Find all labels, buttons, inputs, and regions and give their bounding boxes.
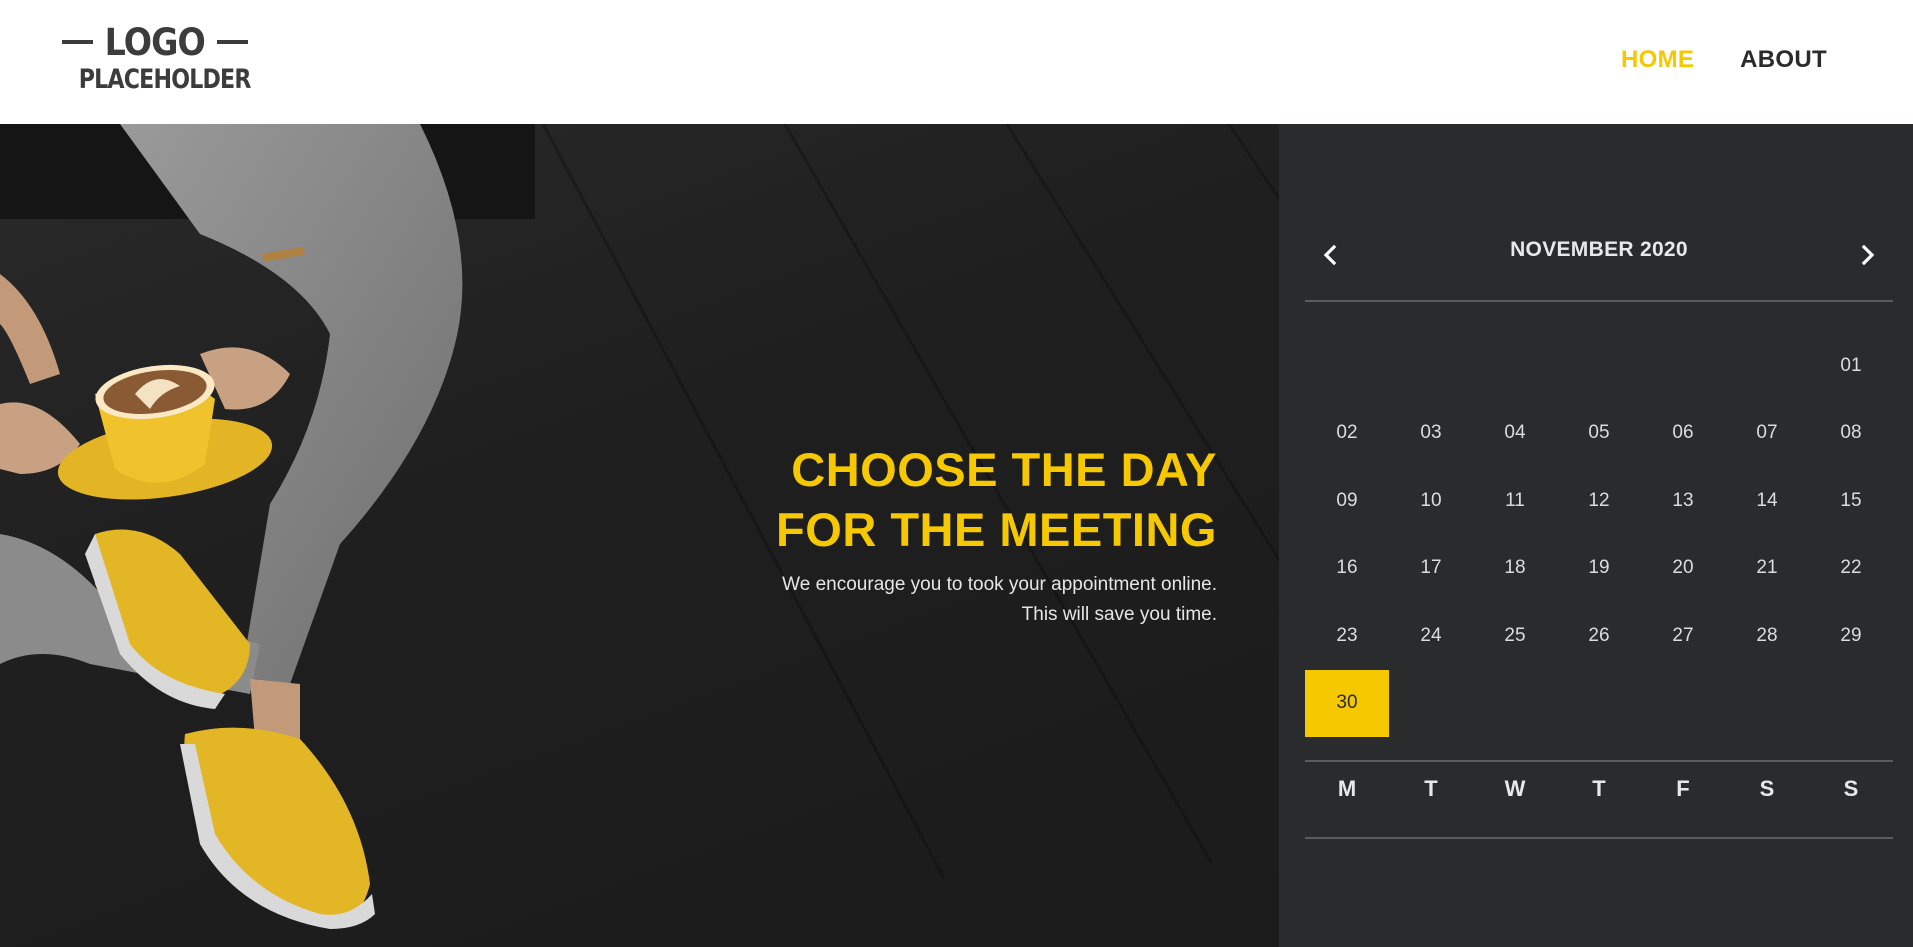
calendar-day[interactable]: 11 xyxy=(1473,467,1557,535)
calendar-day[interactable]: 18 xyxy=(1473,535,1557,603)
calendar-day-blank xyxy=(1473,332,1557,400)
calendar-header: NOVEMBER 2020 xyxy=(1305,230,1893,290)
hero-title: CHOOSE THE DAY FOR THE MEETING xyxy=(597,440,1217,560)
calendar-day[interactable]: 13 xyxy=(1641,467,1725,535)
calendar-day[interactable]: 05 xyxy=(1557,400,1641,468)
calendar-day[interactable]: 07 xyxy=(1725,400,1809,468)
calendar-divider-top xyxy=(1305,300,1893,302)
hero-text-block: CHOOSE THE DAY FOR THE MEETING We encour… xyxy=(597,440,1217,630)
calendar-day[interactable]: 25 xyxy=(1473,602,1557,670)
hero-title-line1: CHOOSE THE DAY xyxy=(791,443,1217,496)
site-header: LOGO PLACEHOLDER HOME ABOUT xyxy=(0,0,1913,124)
logo-subtext: PLACEHOLDER xyxy=(78,64,252,95)
calendar-day[interactable]: 17 xyxy=(1389,535,1473,603)
calendar-day[interactable]: 08 xyxy=(1809,400,1893,468)
calendar-day-blank xyxy=(1305,332,1389,400)
calendar-day[interactable]: 14 xyxy=(1725,467,1809,535)
nav-about-link[interactable]: ABOUT xyxy=(1740,46,1827,74)
calendar-day[interactable]: 20 xyxy=(1641,535,1725,603)
calendar-day[interactable]: 12 xyxy=(1557,467,1641,535)
calendar-day[interactable]: 27 xyxy=(1641,602,1725,670)
calendar-day[interactable]: 09 xyxy=(1305,467,1389,535)
calendar-month-label: NOVEMBER 2020 xyxy=(1510,238,1688,261)
logo-dash-right xyxy=(216,40,248,44)
logo-word: LOGO xyxy=(104,20,206,64)
calendar-day[interactable]: 10 xyxy=(1389,467,1473,535)
calendar-day[interactable]: 15 xyxy=(1809,467,1893,535)
calendar-day[interactable]: 21 xyxy=(1725,535,1809,603)
calendar-panel: NOVEMBER 2020 01 02 03 04 05 06 07 08 09 10 11 12 13… xyxy=(1279,124,1913,947)
calendar-day-blank xyxy=(1725,332,1809,400)
logo-top-line: LOGO xyxy=(62,20,248,64)
calendar-day-blank xyxy=(1389,332,1473,400)
calendar-day[interactable]: 03 xyxy=(1389,400,1473,468)
hero-subtitle: We encourage you to took your appointmen… xyxy=(597,570,1217,630)
calendar-day-blank xyxy=(1557,332,1641,400)
calendar-day-blank xyxy=(1641,332,1725,400)
hero-subtitle-line1: We encourage you to took your appointmen… xyxy=(782,574,1217,595)
calendar-day[interactable]: 26 xyxy=(1557,602,1641,670)
hero-photo-person-with-coffee xyxy=(0,124,535,929)
weekday-label: T xyxy=(1592,776,1606,801)
nav-home-link[interactable]: HOME xyxy=(1621,46,1694,74)
calendar-day[interactable]: 23 xyxy=(1305,602,1389,670)
hero-subtitle-line2: This will save you time. xyxy=(1021,604,1217,625)
calendar-day-selected[interactable]: 30 xyxy=(1305,669,1389,737)
calendar-divider-bottom xyxy=(1305,837,1893,839)
calendar-day[interactable]: 01 xyxy=(1809,332,1893,400)
calendar-day[interactable]: 24 xyxy=(1389,602,1473,670)
logo-dash-left xyxy=(62,40,94,44)
calendar-day[interactable]: 19 xyxy=(1557,535,1641,603)
calendar-day[interactable]: 22 xyxy=(1809,535,1893,603)
calendar-day[interactable]: 02 xyxy=(1305,400,1389,468)
calendar-day[interactable]: 29 xyxy=(1809,602,1893,670)
weekday-label: T xyxy=(1424,776,1438,801)
weekday-label: S xyxy=(1759,776,1775,801)
logo[interactable]: LOGO PLACEHOLDER xyxy=(62,20,252,98)
weekday-label: W xyxy=(1504,776,1526,801)
calendar-day[interactable]: 06 xyxy=(1641,400,1725,468)
calendar-day[interactable]: 28 xyxy=(1725,602,1809,670)
chevron-right-icon[interactable] xyxy=(1853,240,1883,270)
weekday-label: M xyxy=(1337,776,1357,801)
calendar-days-grid: 01 02 03 04 05 06 07 08 09 10 11 12 13 14 15 16 17 18 19 20… xyxy=(1305,332,1893,737)
weekday-label: S xyxy=(1843,776,1859,801)
calendar-day[interactable]: 04 xyxy=(1473,400,1557,468)
calendar-weekday-row: MTWTFSS xyxy=(1305,776,1893,802)
main-nav: HOME ABOUT xyxy=(1621,46,1827,74)
hero-title-line2: FOR THE MEETING xyxy=(776,503,1217,556)
calendar-day[interactable]: 16 xyxy=(1305,535,1389,603)
weekday-label: F xyxy=(1676,776,1690,801)
hero-section: CHOOSE THE DAY FOR THE MEETING We encour… xyxy=(0,124,1279,947)
calendar-divider-middle xyxy=(1305,760,1893,762)
